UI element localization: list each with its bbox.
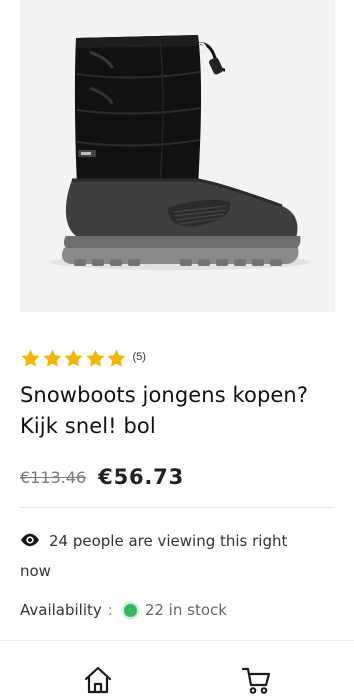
snow-boot-image xyxy=(50,35,310,270)
stock-count: 22 in stock xyxy=(144,601,227,619)
product-image[interactable] xyxy=(20,0,335,312)
cart-icon xyxy=(241,667,271,694)
availability-label: Availability xyxy=(20,601,102,619)
rating-count: (5) xyxy=(132,351,146,363)
home-icon xyxy=(84,666,112,694)
divider xyxy=(20,507,334,508)
price-row: €113.46 €56.73 xyxy=(20,462,184,492)
in-stock-indicator xyxy=(123,603,137,617)
rating-stars xyxy=(20,348,128,369)
nav-cart-button[interactable] xyxy=(241,665,271,695)
star-icon xyxy=(107,349,126,367)
nav-home-button[interactable] xyxy=(83,665,113,695)
product-title: Snowboots jongens kopen? Kijk snel! bol xyxy=(20,383,309,438)
old-price: €113.46 xyxy=(20,467,87,487)
rating[interactable]: (5) xyxy=(20,346,146,370)
viewers-notice: 24 people are viewing this right now xyxy=(20,526,320,586)
star-icon xyxy=(64,349,83,367)
availability: Availability : 22 in stock xyxy=(20,597,227,623)
eye-icon xyxy=(21,533,39,547)
star-icon xyxy=(86,349,104,367)
star-icon xyxy=(21,349,40,367)
availability-separator: : xyxy=(107,601,113,619)
bottom-nav xyxy=(0,640,354,700)
current-price: €56.73 xyxy=(98,465,185,489)
viewers-text: 24 people are viewing this right now xyxy=(20,532,288,580)
star-icon xyxy=(43,349,61,367)
